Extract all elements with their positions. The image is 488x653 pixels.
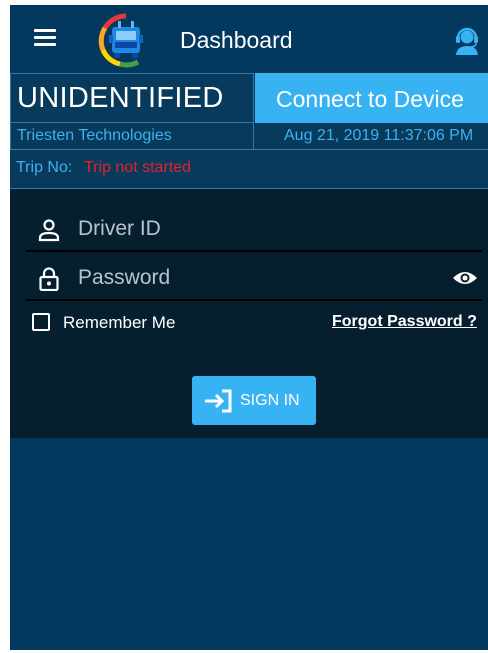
forgot-password-link[interactable]: Forgot Password ? <box>332 313 477 331</box>
sign-in-label: SIGN IN <box>240 392 300 409</box>
content-area <box>10 438 488 650</box>
support-agent-icon[interactable] <box>454 23 480 55</box>
person-icon <box>38 219 60 242</box>
driver-id-row <box>26 210 482 252</box>
page-title: Dashboard <box>180 27 293 53</box>
truck-gauge-logo-icon <box>98 13 143 68</box>
trip-label: Trip No: <box>16 159 73 176</box>
hamburger-menu-icon[interactable] <box>34 29 56 47</box>
trip-status: Trip not started <box>84 159 192 176</box>
driver-status: UNIDENTIFIED <box>17 82 224 114</box>
app-bar: Dashboard <box>10 5 488 73</box>
login-arrow-icon <box>205 389 232 413</box>
password-input[interactable] <box>78 263 428 293</box>
sign-in-button[interactable]: SIGN IN <box>192 376 316 425</box>
remember-me-label: Remember Me <box>63 313 176 332</box>
company-name: Triesten Technologies <box>17 127 172 144</box>
lock-icon <box>39 267 59 291</box>
connect-device-button[interactable]: Connect to Device <box>255 73 488 123</box>
company-cell: Triesten Technologies <box>10 123 254 150</box>
driver-id-input[interactable] <box>78 214 428 244</box>
login-form: Remember Me Forgot Password ? SIGN IN <box>10 189 488 438</box>
datetime-cell: Aug 21, 2019 11:37:06 PM <box>254 123 488 150</box>
password-row <box>26 259 482 301</box>
status-panel: UNIDENTIFIED Connect to Device Triesten … <box>10 73 488 189</box>
eye-icon[interactable] <box>452 269 478 287</box>
trip-row: Trip No: Trip not started <box>10 150 488 189</box>
driver-status-cell: UNIDENTIFIED <box>10 73 254 123</box>
current-datetime: Aug 21, 2019 11:37:06 PM <box>284 127 474 144</box>
app-screen: Dashboard UNIDENTIFIED Connect to Device… <box>10 5 488 650</box>
remember-me-checkbox[interactable] <box>32 313 50 331</box>
